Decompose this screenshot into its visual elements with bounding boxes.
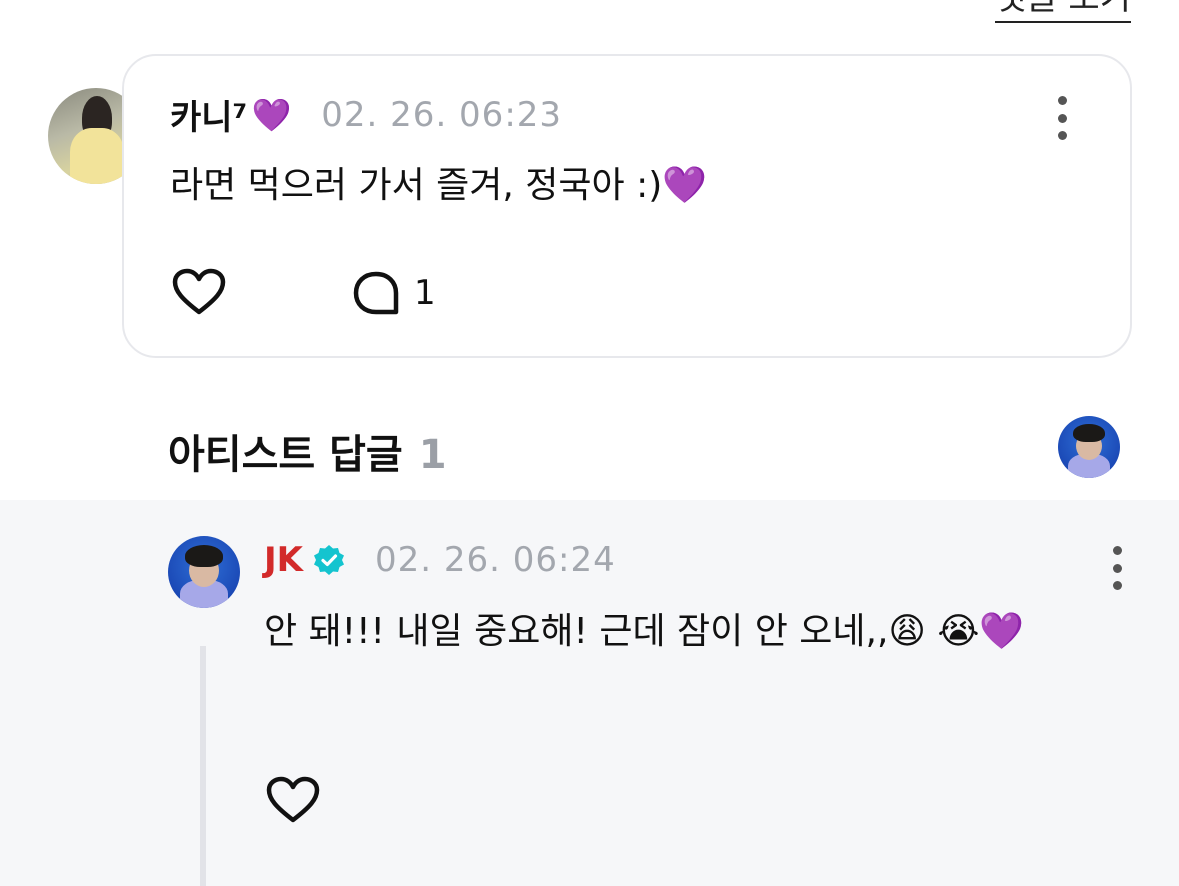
artist-avatar[interactable] [168, 536, 240, 608]
thread-line [200, 646, 206, 886]
artist-more-icon[interactable] [1111, 546, 1123, 590]
comment-timestamp: 02. 26. 06:23 [321, 94, 563, 135]
reply-count: 1 [414, 273, 436, 313]
verified-badge-icon [314, 545, 344, 575]
artist-heart-icon[interactable] [266, 776, 320, 824]
artist-avatar-small[interactable] [1058, 416, 1120, 478]
artist-reply-meta: JK 02. 26. 06:24 [264, 540, 616, 580]
comment-header: 카니⁷ 💜 02. 26. 06:23 [170, 90, 562, 139]
commenter-name[interactable]: 카니⁷ [170, 90, 247, 139]
commenter-name-emoji: 💜 [251, 95, 292, 134]
reply-count-button[interactable]: 1 [352, 270, 436, 316]
artist-name[interactable]: JK [264, 540, 303, 580]
more-icon[interactable] [1056, 96, 1068, 140]
artist-reply-count: 1 [418, 432, 447, 478]
artist-reply-title: 아티스트 답글 [168, 432, 403, 478]
comment-card: 카니⁷ 💜 02. 26. 06:23 라면 먹으러 가서 즐겨, 정국아 :)… [122, 54, 1132, 358]
view-comments-link[interactable]: 댓글 보기 [995, 0, 1131, 23]
artist-reply-text: 안 돼!!! 내일 중요해! 근데 잠이 안 오네,,😩 😭💜 [264, 611, 1025, 652]
reply-bubble-icon [353, 271, 399, 315]
comment-text: 라면 먹으러 가서 즐겨, 정국아 :)💜 [170, 165, 708, 206]
heart-icon[interactable] [172, 268, 226, 316]
artist-reply-timestamp: 02. 26. 06:24 [375, 540, 616, 580]
artist-reply-header: 아티스트 답글 1 [168, 422, 447, 480]
